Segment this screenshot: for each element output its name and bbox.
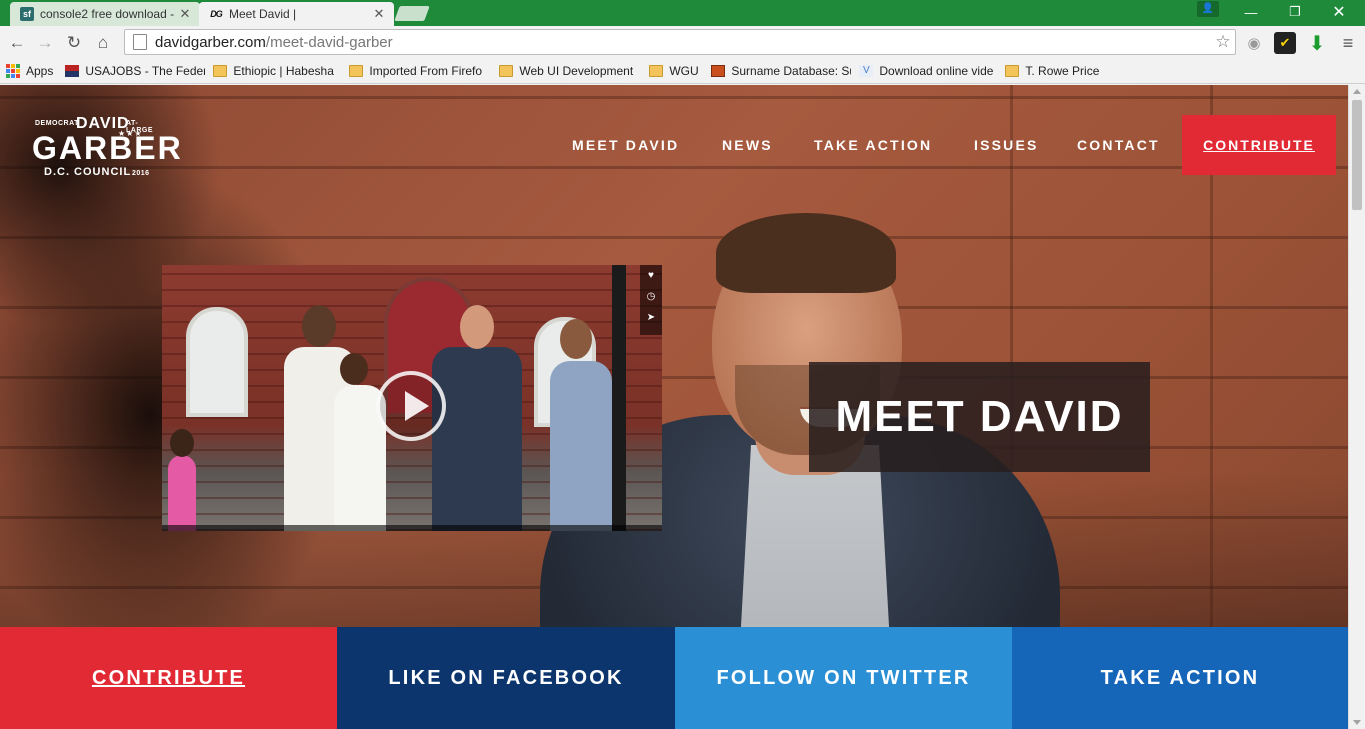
page-icon (133, 34, 147, 50)
nav-contribute-button[interactable]: CONTRIBUTE (1182, 115, 1336, 175)
video-window (186, 307, 248, 417)
sourceforge-icon: sf (20, 7, 34, 21)
folder-icon (1005, 65, 1020, 77)
user-profile-icon[interactable]: 👤 (1197, 1, 1219, 17)
bookmark-label: Imported From Firefo (369, 64, 483, 78)
restore-icon[interactable]: ❐ (1273, 0, 1317, 24)
video-person-head (340, 353, 368, 385)
share-icon[interactable]: ➤ (640, 307, 662, 328)
nav-take-action[interactable]: TAKE ACTION (814, 137, 932, 153)
video-person-head (460, 305, 494, 349)
bookmark-label: Web UI Development (519, 64, 634, 78)
cta-twitter[interactable]: FOLLOW ON TWITTER (675, 627, 1012, 729)
reload-icon[interactable]: ↻ (63, 32, 85, 54)
clock-icon[interactable]: ◷ (640, 286, 662, 307)
scroll-down-icon[interactable] (1353, 720, 1361, 725)
video-person-head (302, 305, 336, 347)
minimize-icon[interactable]: — (1229, 0, 1273, 24)
vertical-scrollbar[interactable] (1348, 85, 1365, 729)
video-icon: V (859, 65, 874, 77)
bookmark-imported[interactable]: Imported From Firefo (349, 64, 491, 78)
video-progress-bar[interactable] (162, 525, 662, 531)
download-icon[interactable]: ⬇ (1306, 32, 1328, 55)
play-button[interactable] (376, 371, 446, 441)
bookmark-surname[interactable]: Surname Database: Su (711, 64, 851, 78)
extension-check-icon[interactable]: ✔ (1274, 32, 1296, 54)
apps-icon (6, 64, 20, 78)
cta-contribute[interactable]: CONTRIBUTE (0, 627, 337, 729)
bookmark-web-ui[interactable]: Web UI Development (499, 64, 641, 78)
surname-icon (711, 65, 726, 77)
address-bar[interactable]: davidgarber.com/meet-david-garber ☆ (124, 29, 1236, 55)
tab-title: Meet David | (229, 7, 297, 21)
bookmark-apps[interactable]: Apps (6, 64, 53, 78)
video-person-head (170, 429, 194, 457)
dg-icon: DG (210, 9, 223, 19)
video-person (168, 455, 196, 531)
cta-facebook[interactable]: LIKE ON FACEBOOK (337, 627, 675, 729)
folder-icon (349, 65, 364, 77)
scrollbar-thumb[interactable] (1352, 100, 1362, 210)
video-player[interactable]: ♥ ◷ ➤ (162, 265, 662, 531)
close-tab-icon[interactable]: ✕ (372, 6, 386, 22)
folder-icon (499, 65, 514, 77)
forward-icon[interactable]: → (34, 32, 56, 54)
tab-title: console2 free download - (40, 7, 175, 21)
nav-news[interactable]: NEWS (722, 137, 773, 153)
bookmark-usajobs[interactable]: USAJOBS - The Feder (65, 64, 205, 78)
bookmark-label: Surname Database: Su (731, 64, 852, 78)
close-tab-icon[interactable]: ✕ (178, 6, 192, 22)
scroll-up-icon[interactable] (1353, 89, 1361, 94)
nav-contact[interactable]: CONTACT (1077, 137, 1160, 153)
hero-photo-hair (716, 213, 896, 293)
video-lamppost (612, 265, 626, 531)
bookmarks-bar: Apps USAJOBS - The Feder Ethiopic | Habe… (0, 59, 1365, 84)
page-viewport: DEMOCRAT DAVID AT-LARGE ★★★ GARBER D.C. … (0, 85, 1348, 729)
url-text[interactable]: davidgarber.com/meet-david-garber (155, 34, 1211, 51)
browser-tab-strip: sf console2 free download - ✕ DG Meet Da… (0, 0, 1365, 26)
bookmark-trowe[interactable]: T. Rowe Price (1005, 64, 1105, 78)
menu-icon[interactable]: ≡ (1337, 32, 1359, 54)
cta-bar: CONTRIBUTE LIKE ON FACEBOOK FOLLOW ON TW… (0, 627, 1348, 729)
tab-meet-david[interactable]: DG Meet David | ✕ (199, 2, 394, 26)
bookmark-ethiopic[interactable]: Ethiopic | Habesha (213, 64, 341, 78)
bookmark-label: Apps (26, 64, 54, 78)
tab-console2[interactable]: sf console2 free download - ✕ (10, 2, 200, 26)
folder-icon (649, 65, 664, 77)
heart-icon[interactable]: ♥ (640, 265, 662, 286)
close-window-icon[interactable]: ✕ (1317, 0, 1361, 24)
bookmark-label: USAJOBS - The Feder (85, 64, 206, 78)
browser-toolbar: ← → ↻ ⌂ davidgarber.com/meet-david-garbe… (0, 26, 1365, 59)
video-side-controls: ♥ ◷ ➤ (640, 265, 662, 335)
bookmark-wgu[interactable]: WGU (649, 64, 703, 78)
home-icon[interactable]: ⌂ (92, 32, 114, 54)
page-title: MEET DAVID (835, 392, 1124, 441)
video-person-head (560, 319, 592, 359)
hero-title-box: MEET DAVID (809, 362, 1150, 472)
bookmark-label: WGU (669, 64, 699, 78)
video-person (550, 361, 612, 531)
cta-take-action[interactable]: TAKE ACTION (1012, 627, 1348, 729)
new-tab-button[interactable] (394, 6, 430, 21)
bookmark-star-icon[interactable]: ☆ (1211, 32, 1235, 52)
extension-circle-icon[interactable]: ◉ (1243, 32, 1265, 54)
main-nav: MEET DAVID NEWS TAKE ACTION ISSUES CONTA… (0, 115, 1348, 175)
bookmark-label: T. Rowe Price (1025, 64, 1100, 78)
nav-issues[interactable]: ISSUES (974, 137, 1039, 153)
back-icon[interactable]: ← (6, 32, 28, 54)
folder-icon (213, 65, 228, 77)
usajobs-icon (65, 65, 80, 77)
bookmark-label: Ethiopic | Habesha (233, 64, 334, 78)
video-person (432, 347, 522, 531)
bookmark-label: Download online vide (879, 64, 994, 78)
bookmark-download-video[interactable]: V Download online vide (859, 64, 997, 78)
url-path: /meet-david-garber (265, 33, 393, 51)
url-domain: davidgarber.com (155, 33, 266, 51)
nav-meet-david[interactable]: MEET DAVID (572, 137, 679, 153)
